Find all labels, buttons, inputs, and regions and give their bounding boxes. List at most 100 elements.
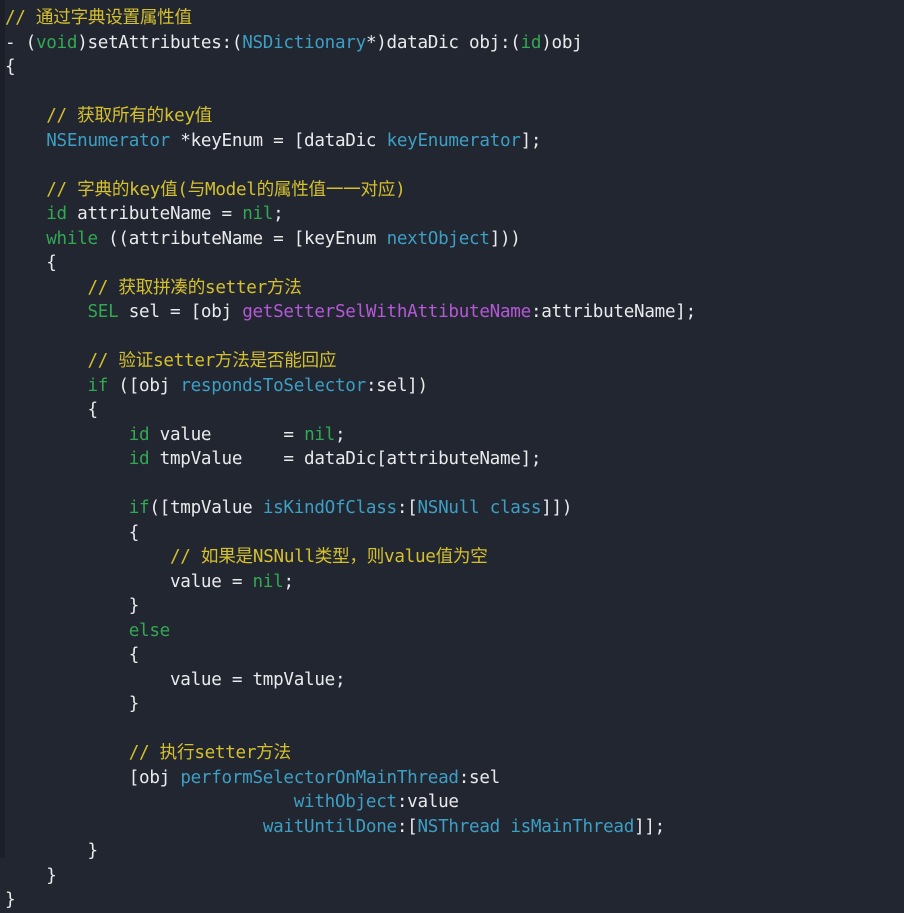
code-line: id value = nil; bbox=[5, 423, 904, 448]
code-token-plain: :attributeName]; bbox=[530, 302, 696, 322]
code-token-plain: ; bbox=[273, 204, 284, 224]
code-line: } bbox=[5, 594, 904, 619]
code-line: // 字典的key值(与Model的属性值一一对应) bbox=[5, 178, 904, 203]
code-line: waitUntilDone:[NSThread isMainThread]]; bbox=[5, 815, 904, 840]
code-token-plain: { bbox=[5, 253, 57, 273]
code-token-magenta: getSetterSelWithAttibuteName bbox=[242, 302, 531, 322]
code-editor-viewport: // 通过字典设置属性值 - (void)setAttributes:(NSDic… bbox=[0, 0, 904, 910]
code-token-keyword: id bbox=[128, 424, 150, 445]
code-line: ​ bbox=[5, 325, 904, 350]
code-token-keyword: nil bbox=[242, 204, 274, 224]
code-token-plain: { bbox=[5, 57, 16, 77]
code-token-keyword: void bbox=[35, 32, 78, 53]
code-token-plain: { bbox=[5, 645, 140, 665]
code-token-plain: { bbox=[5, 522, 140, 543]
code-token-plain: ]]) bbox=[541, 498, 573, 518]
code-token-method: withObject bbox=[293, 792, 397, 812]
code-line: value = nil; bbox=[5, 570, 904, 595]
code-line: value = tmpValue; bbox=[5, 668, 904, 693]
code-token-plain: attributeName = bbox=[66, 204, 243, 224]
code-token-method: respondsToSelector bbox=[180, 375, 366, 396]
code-token-keyword: id bbox=[520, 32, 542, 53]
code-token-comment: // 获取拼凑的setter方法 bbox=[5, 277, 302, 298]
code-line: ​ bbox=[5, 153, 904, 178]
code-line: - (void)setAttributes:(NSDictionary*)dat… bbox=[5, 31, 904, 56]
code-token-plain: :[ bbox=[396, 498, 418, 518]
code-token-plain: value = bbox=[149, 424, 305, 445]
code-token-punct: ( bbox=[25, 32, 37, 53]
code-token-plain: :value bbox=[396, 792, 459, 812]
code-token-keyword: if bbox=[87, 375, 109, 396]
code-line: { bbox=[5, 398, 904, 423]
code-token-method: performSelectorOnMainThread bbox=[180, 767, 459, 788]
code-line: // 获取拼凑的setter方法 bbox=[5, 276, 904, 301]
code-line: if([tmpValue isKindOfClass:[NSNull class… bbox=[5, 496, 904, 521]
code-line: ​ bbox=[5, 717, 904, 742]
code-token-keyword: id bbox=[128, 449, 150, 469]
code-line: } bbox=[5, 839, 904, 864]
code-token-keyword: SEL bbox=[87, 302, 119, 322]
code-token-method: waitUntilDone bbox=[262, 816, 397, 837]
code-line: // 通过字典设置属性值 bbox=[5, 6, 904, 31]
code-line: SEL sel = [obj getSetterSelWithAttibuteN… bbox=[5, 300, 904, 325]
code-line: } bbox=[5, 864, 904, 889]
code-token-plain: ([tmpValue bbox=[149, 498, 263, 518]
code-token-method: isKindOfClass bbox=[262, 498, 397, 518]
code-line: { bbox=[5, 55, 904, 80]
code-token-type: NSThread bbox=[417, 816, 501, 837]
code-line: ​ bbox=[5, 80, 904, 105]
code-line: // 验证setter方法是否能回应 bbox=[5, 349, 904, 374]
code-token-method: isMainThread bbox=[510, 816, 635, 837]
code-token-type: NSNull bbox=[417, 498, 480, 518]
code-token-plain: [obj bbox=[5, 767, 181, 788]
code-line: ​ bbox=[5, 472, 904, 497]
code-token-keyword: while bbox=[46, 228, 98, 249]
code-line: while ((attributeName = [keyEnum nextObj… bbox=[5, 227, 904, 252]
code-line: withObject:value bbox=[5, 790, 904, 815]
code-token-keyword: if bbox=[128, 498, 150, 518]
code-line: NSEnumerator *keyEnum = [dataDic keyEnum… bbox=[5, 129, 904, 154]
code-token-comment: // 验证setter方法是否能回应 bbox=[5, 351, 337, 371]
code-line: { bbox=[5, 251, 904, 276]
code-token-plain: - bbox=[5, 32, 26, 53]
code-token-method: keyEnumerator bbox=[386, 130, 521, 151]
code-token-plain: ((attributeName = [keyEnum bbox=[97, 228, 387, 249]
code-block[interactable]: // 通过字典设置属性值 - (void)setAttributes:(NSDic… bbox=[5, 0, 904, 913]
code-token-type: NSDictionary bbox=[242, 32, 366, 53]
code-token-keyword: nil bbox=[304, 424, 335, 445]
code-token-plain: } bbox=[5, 694, 140, 714]
code-token-keyword: nil bbox=[252, 571, 284, 592]
code-token-method: class bbox=[489, 498, 542, 518]
code-token-plain: :[ bbox=[396, 816, 418, 837]
code-token-plain: :sel]) bbox=[365, 375, 428, 396]
code-token-plain: value = bbox=[5, 571, 253, 592]
code-token-plain: ])) bbox=[489, 228, 521, 249]
code-token-comment: // 获取所有的key值 bbox=[5, 106, 213, 126]
code-line: // 执行setter方法 bbox=[5, 741, 904, 766]
code-token-plain: } bbox=[5, 841, 98, 861]
code-token-plain: *)dataDic obj:( bbox=[365, 32, 521, 53]
code-token-plain: { bbox=[5, 400, 98, 420]
code-line: { bbox=[5, 643, 904, 668]
code-token-plain: ([obj bbox=[108, 375, 181, 396]
code-token-comment: // 字典的key值(与Model的属性值一一对应) bbox=[5, 179, 406, 200]
code-line: [obj performSelectorOnMainThread:sel bbox=[5, 766, 904, 791]
code-line: // 如果是NSNull类型，则value值为空 bbox=[5, 545, 904, 570]
code-line: else bbox=[5, 619, 904, 644]
code-token-plain: )setAttributes:( bbox=[77, 32, 243, 53]
code-token-plain: :sel bbox=[458, 767, 501, 788]
code-token-plain: } bbox=[5, 596, 140, 616]
code-token-plain: tmpValue = dataDic[attributeName]; bbox=[149, 449, 542, 469]
code-line: } bbox=[5, 692, 904, 717]
code-token-plain: ]; bbox=[520, 130, 542, 151]
